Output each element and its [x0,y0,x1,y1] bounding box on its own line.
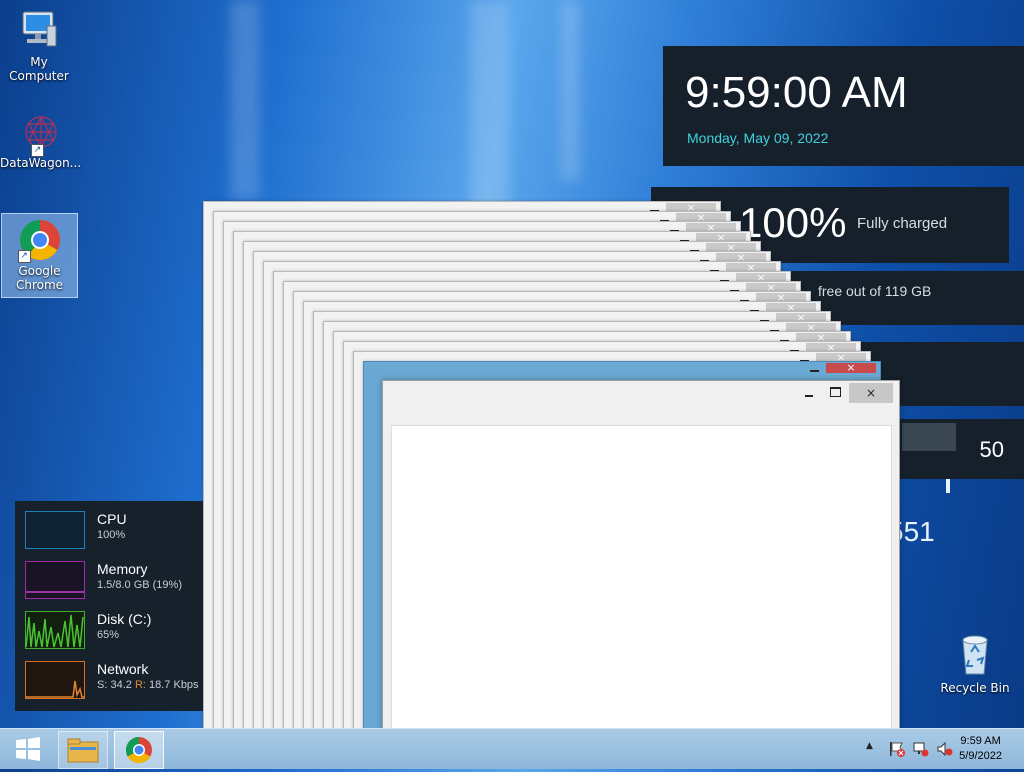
maximize-button[interactable] [830,387,841,397]
taskbar: ▲ 9:59 AM 5/9/2022 [0,728,1024,769]
volume-muted-icon[interactable] [936,741,954,757]
shortcut-arrow-icon: ↗ [17,250,31,263]
network-send-value: 34.2 [110,679,132,691]
minimize-button[interactable] [805,395,813,397]
system-tray: ▲ 9:59 AM 5/9/2022 [844,729,1024,769]
disk-space-text: free out of 119 GB [818,283,932,299]
gadget-marker [946,479,950,493]
chrome-icon: ↗ [17,218,62,263]
desktop-icon-recycle-bin[interactable]: Recycle Bin [936,630,1014,695]
desktop-icon-label: My Computer [9,55,69,83]
datawagon-icon: ↗ [17,112,61,157]
desktop-icon-google-chrome[interactable]: ↗ Google Chrome [1,213,78,298]
tray-time: 9:59 AM [960,735,1001,747]
show-hidden-icons-icon[interactable]: ▲ [866,741,873,751]
wallpaper-streak [560,0,580,180]
network-value: S: 34.2 R: 18.7 Kbps [97,679,199,691]
counter-value: 50 [979,437,1004,462]
minimize-button[interactable] [810,370,819,372]
computer-icon [0,8,78,55]
desktop-icon-label: Recycle Bin [940,681,1010,695]
file-explorer-icon [67,738,99,763]
network-graph [25,661,85,699]
battery-status: Fully charged [857,215,948,232]
clock-date: Monday, May 09, 2022 [687,130,829,146]
desktop-icon-my-computer[interactable]: My Computer [0,8,78,83]
clock-time: 9:59:00 AM [685,68,908,117]
memory-label: Memory [97,561,148,577]
recycle-bin-icon [936,630,1014,681]
wallpaper-streak [230,0,260,200]
network-recv-value: 18.7 Kbps [149,679,199,691]
chrome-icon [125,736,152,764]
disk-graph [25,611,85,649]
disk-label: Disk (C:) [97,611,152,627]
shortcut-arrow-icon: ↗ [31,144,44,157]
desktop-icon-datawagon[interactable]: ↗ DataWagon... [0,112,82,170]
cpu-row: CPU 100% [25,511,203,551]
close-button[interactable]: × [826,362,876,373]
network-send-label: S: [97,679,108,691]
close-button[interactable]: × [849,383,893,403]
battery-percent: 100% [739,199,847,246]
memory-value: 1.5/8.0 GB (19%) [97,579,182,591]
taskbar-file-explorer[interactable] [58,731,108,769]
memory-graph [25,561,85,599]
desktop-icon-label: Google Chrome [15,264,64,292]
network-label: Network [97,661,149,677]
cpu-label: CPU [97,511,127,527]
window-client-area[interactable] [391,425,892,731]
desktop-icon-label: DataWagon... [0,156,82,170]
network-row: Network S: 34.2 R: 18.7 Kbps [25,661,203,701]
front-window[interactable]: × [382,380,900,732]
start-button[interactable] [4,731,52,767]
memory-row: Memory 1.5/8.0 GB (19%) [25,561,203,601]
clock-gadget[interactable]: 9:59:00 AM Monday, May 09, 2022 [663,46,1024,166]
action-center-flag-icon[interactable] [888,741,906,757]
tray-date: 5/9/2022 [959,750,1002,762]
cpu-value: 100% [97,529,126,541]
cpu-graph [25,511,85,549]
network-icon[interactable] [912,741,930,757]
disk-value: 65% [97,629,120,641]
tray-clock[interactable]: 9:59 AM 5/9/2022 [959,734,1002,764]
wallpaper-streak [470,0,510,220]
device-icon [902,423,956,451]
network-recv-label: R: [134,679,146,691]
disk-row: Disk (C:) 65% [25,611,203,651]
resource-monitor-gadget[interactable]: CPU 100% Memory 1.5/8.0 GB (19%) Disk (C… [15,501,203,711]
taskbar-chrome[interactable] [114,731,164,769]
start-icon [16,737,40,761]
